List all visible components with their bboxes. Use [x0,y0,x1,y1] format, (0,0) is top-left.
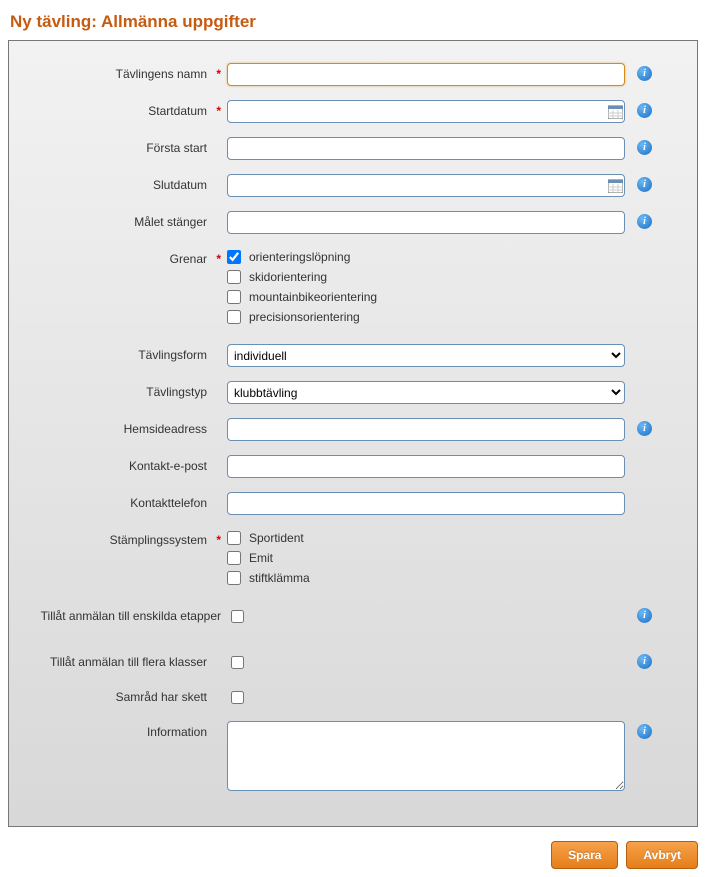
info-textarea[interactable] [227,721,625,791]
enddate-input[interactable] [227,174,625,197]
phone-input[interactable] [227,492,625,515]
form-panel: Tävlingens namn* i Startdatum* i Första … [8,40,698,827]
info-icon[interactable]: i [637,724,652,739]
consult-checkbox[interactable] [231,691,244,704]
discipline-item: mountainbikeorientering [227,290,627,304]
save-button[interactable]: Spara [551,841,618,869]
punching-list: Sportident Emit stiftklämma [227,529,627,591]
type-select[interactable]: klubbtävling [227,381,625,404]
discipline-checkbox[interactable] [227,290,241,304]
label-info: Information [27,721,227,739]
label-enddate: Slutdatum [27,174,227,192]
label-homepage: Hemsideadress [27,418,227,436]
info-icon[interactable]: i [637,214,652,229]
punching-item: Sportident [227,531,627,545]
punching-label: stiftklämma [249,571,310,585]
required-mark: * [211,104,221,118]
label-form: Tävlingsform [27,344,227,362]
button-row: Spara Avbryt [8,841,698,869]
allowmulti-checkbox[interactable] [231,656,244,669]
discipline-checkbox[interactable] [227,270,241,284]
form-select[interactable]: individuell [227,344,625,367]
discipline-item: precisionsorientering [227,310,627,324]
punching-label: Emit [249,551,273,565]
punching-checkbox[interactable] [227,571,241,585]
label-type: Tävlingstyp [27,381,227,399]
label-allowstage: Tillåt anmälan till enskilda etapper [27,605,227,637]
startdate-input[interactable] [227,100,625,123]
calendar-icon[interactable] [608,104,623,119]
homepage-input[interactable] [227,418,625,441]
page-title: Ny tävling: Allmänna uppgifter [10,12,700,32]
discipline-label: precisionsorientering [249,310,360,324]
disciplines-list: orienteringslöpning skidorientering mounta… [227,248,627,330]
discipline-label: mountainbikeorientering [249,290,377,304]
name-input[interactable] [227,63,625,86]
discipline-checkbox[interactable] [227,250,241,264]
info-icon[interactable]: i [637,421,652,436]
punching-item: Emit [227,551,627,565]
discipline-item: orienteringslöpning [227,250,627,264]
label-finishclose: Målet stänger [27,211,227,229]
allowstage-checkbox[interactable] [231,610,244,623]
email-input[interactable] [227,455,625,478]
info-icon[interactable]: i [637,66,652,81]
discipline-checkbox[interactable] [227,310,241,324]
punching-checkbox[interactable] [227,551,241,565]
info-icon[interactable]: i [637,608,652,623]
info-icon[interactable]: i [637,177,652,192]
calendar-icon[interactable] [608,178,623,193]
discipline-label: orienteringslöpning [249,250,350,264]
label-phone: Kontakttelefon [27,492,227,510]
label-allowmulti: Tillåt anmälan till flera klasser [27,651,227,669]
required-mark: * [211,252,221,266]
label-punching: Stämplingssystem* [27,529,227,547]
cancel-button[interactable]: Avbryt [626,841,698,869]
discipline-item: skidorientering [227,270,627,284]
required-mark: * [211,67,221,81]
required-mark: * [211,533,221,547]
label-disciplines: Grenar* [27,248,227,266]
info-icon[interactable]: i [637,654,652,669]
label-consult: Samråd har skett [27,686,227,704]
punching-item: stiftklämma [227,571,627,585]
punching-label: Sportident [249,531,304,545]
firststart-input[interactable] [227,137,625,160]
finishclose-input[interactable] [227,211,625,234]
info-icon[interactable]: i [637,140,652,155]
label-email: Kontakt-e-post [27,455,227,473]
label-firststart: Första start [27,137,227,155]
info-icon[interactable]: i [637,103,652,118]
punching-checkbox[interactable] [227,531,241,545]
discipline-label: skidorientering [249,270,327,284]
label-name: Tävlingens namn* [27,63,227,81]
label-startdate: Startdatum* [27,100,227,118]
